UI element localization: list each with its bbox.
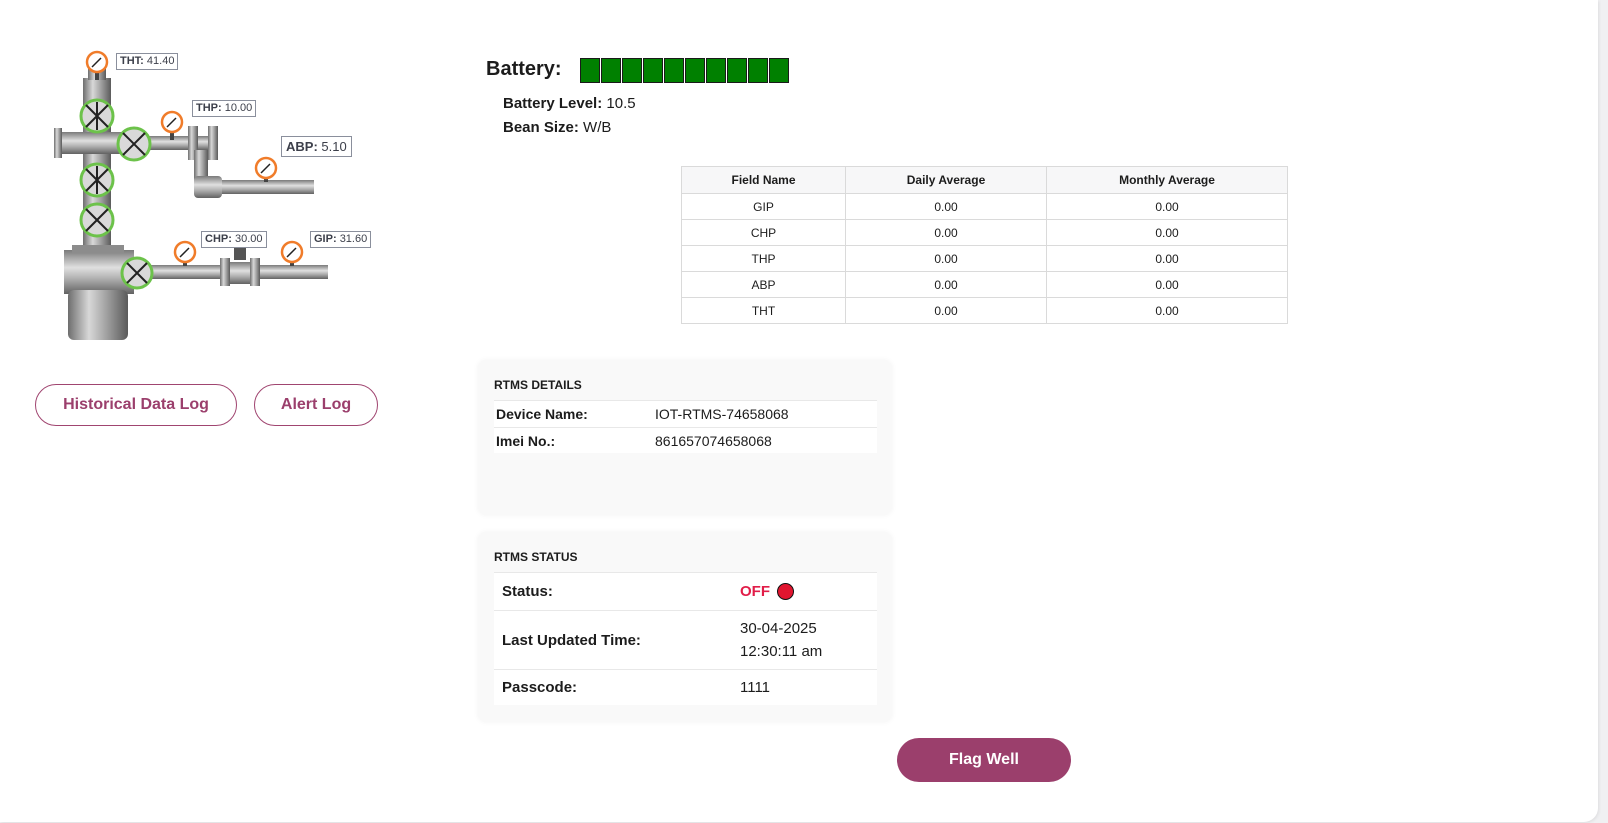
battery-cell (685, 58, 705, 83)
well-detail-card: THT: 41.40 THP: 10.00 ABP: 5.10 CHP: 30.… (0, 0, 1598, 822)
device-name-value: IOT-RTMS-74658068 (655, 406, 789, 422)
bean-size-value: W/B (583, 119, 612, 136)
table-cell: THP (681, 245, 846, 272)
rtms-details-panel: RTMS DETAILS Device Name: IOT-RTMS-74658… (478, 360, 892, 515)
table-cell: 0.00 (1046, 271, 1288, 298)
bean-size-label: Bean Size: (503, 119, 579, 136)
last-updated-row: Last Updated Time: 30-04-2025 12:30:11 a… (494, 610, 877, 669)
device-name-row: Device Name: IOT-RTMS-74658068 (494, 400, 877, 427)
tht-sep: : (140, 55, 144, 67)
averages-table: Field Name Daily Average Monthly Average… (681, 166, 1288, 324)
passcode-row: Passcode: 1111 (494, 669, 877, 705)
table-cell: 0.00 (845, 193, 1047, 220)
status-value: OFF (740, 582, 770, 600)
col-monthly-average: Monthly Average (1046, 166, 1288, 194)
table-cell: THT (681, 297, 846, 324)
tht-tag: THT: 41.40 (116, 53, 179, 70)
battery-cell (664, 58, 684, 83)
thp-label: THP (196, 102, 218, 114)
battery-level-label: Battery Level: (503, 95, 603, 112)
bean-size-line: Bean Size: W/B (503, 119, 611, 136)
table-row: THT 0.00 0.00 (681, 297, 1288, 324)
table-cell: 0.00 (1046, 297, 1288, 324)
battery-cell (769, 58, 789, 83)
abp-tag: ABP: 5.10 (281, 136, 352, 157)
last-updated-value: 30-04-2025 12:30:11 am (740, 617, 822, 663)
thp-sep: : (218, 102, 222, 114)
thp-value: 10.00 (224, 102, 253, 114)
table-cell: 0.00 (845, 297, 1047, 324)
table-cell: 0.00 (1046, 193, 1288, 220)
abp-value: 5.10 (321, 139, 347, 154)
abp-label: ABP (286, 139, 314, 154)
last-updated-date: 30-04-2025 (740, 620, 817, 637)
tht-value: 41.40 (146, 55, 175, 67)
battery-level-line: Battery Level: 10.5 (503, 95, 636, 112)
table-cell: 0.00 (845, 271, 1047, 298)
table-row: THP 0.00 0.00 (681, 245, 1288, 272)
averages-header-row: Field Name Daily Average Monthly Average (681, 166, 1288, 194)
passcode-value: 1111 (740, 679, 771, 696)
status-row: Status: OFF (494, 572, 877, 610)
rtms-status-title: RTMS STATUS (494, 550, 578, 564)
battery-indicator (580, 58, 790, 83)
gip-value: 31.60 (339, 233, 368, 245)
battery-cell (706, 58, 726, 83)
battery-cell (643, 58, 663, 83)
tht-label: THT (120, 55, 141, 67)
battery-cell (622, 58, 642, 83)
chp-value: 30.00 (234, 233, 263, 245)
col-daily-average: Daily Average (845, 166, 1047, 194)
chp-label: CHP (205, 233, 229, 245)
passcode-label: Passcode: (502, 679, 578, 696)
imei-value: 861657074658068 (655, 432, 772, 449)
table-cell: 0.00 (845, 245, 1047, 272)
chp-tag: CHP: 30.00 (201, 231, 267, 248)
last-updated-time: 12:30:11 am (740, 643, 823, 660)
gip-tag: GIP: 31.60 (310, 231, 372, 248)
thp-tag: THP: 10.00 (192, 100, 257, 117)
imei-row: Imei No.: 861657074658068 (494, 427, 877, 453)
table-cell: 0.00 (1046, 245, 1288, 272)
imei-label: Imei No.: (496, 432, 556, 449)
battery-cell (727, 58, 747, 83)
table-cell: 0.00 (1046, 219, 1288, 246)
table-row: CHP 0.00 0.00 (681, 219, 1288, 246)
battery-cell (601, 58, 621, 83)
table-cell: 0.00 (845, 219, 1047, 246)
table-row: ABP 0.00 0.00 (681, 271, 1288, 298)
chp-sep: : (228, 233, 232, 245)
col-field-name: Field Name (681, 166, 846, 194)
rtms-status-panel: RTMS STATUS Status: OFF Last Updated Tim… (478, 532, 892, 722)
status-value-wrap: OFF (740, 583, 794, 601)
table-cell: GIP (681, 193, 846, 220)
wellhead-illustration (54, 50, 328, 340)
table-cell: CHP (681, 219, 846, 246)
gip-label: GIP (314, 233, 333, 245)
device-name-label: Device Name: (496, 406, 588, 422)
abp-sep: : (313, 139, 318, 154)
battery-cell (748, 58, 768, 83)
battery-title: Battery: (486, 58, 562, 80)
table-cell: ABP (681, 271, 846, 298)
status-label: Status: (502, 583, 553, 600)
historical-data-log-button[interactable]: Historical Data Log (35, 384, 237, 426)
last-updated-label: Last Updated Time: (502, 631, 641, 649)
table-row: GIP 0.00 0.00 (681, 193, 1288, 220)
rtms-details-title: RTMS DETAILS (494, 378, 582, 392)
status-dot-icon (777, 583, 794, 601)
flag-well-button[interactable]: Flag Well (897, 738, 1071, 782)
wellhead-diagram: THT: 41.40 THP: 10.00 ABP: 5.10 CHP: 30.… (28, 40, 372, 355)
gip-sep: : (332, 233, 337, 245)
battery-level-value: 10.5 (606, 95, 636, 112)
alert-log-button[interactable]: Alert Log (254, 384, 378, 426)
battery-cell (580, 58, 600, 83)
